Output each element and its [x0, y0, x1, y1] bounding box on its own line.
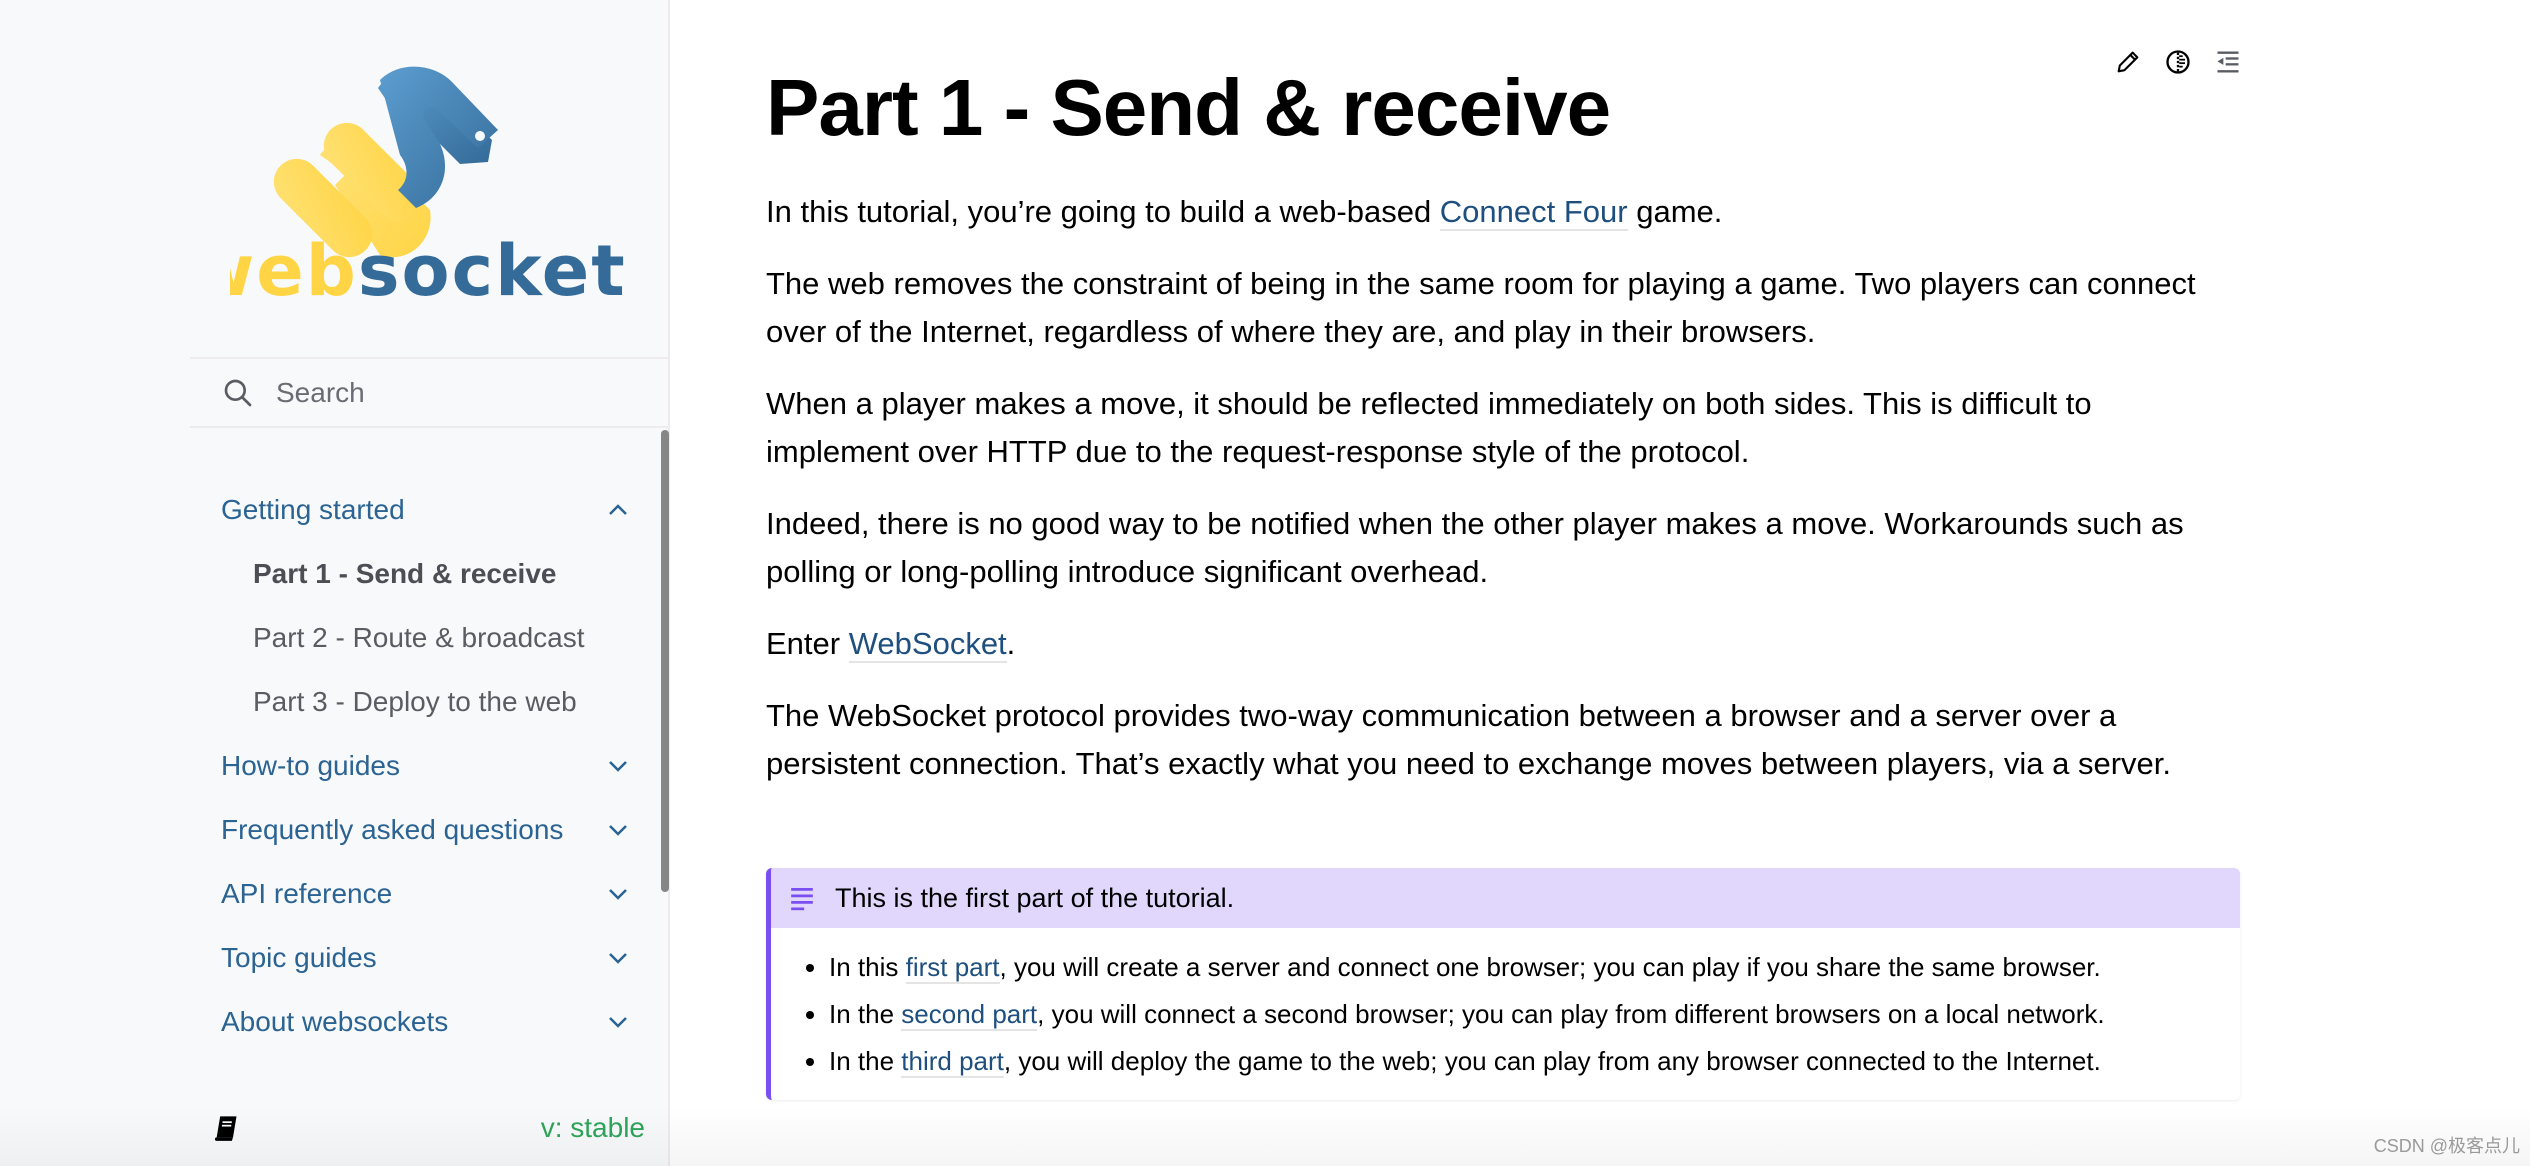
nav-label: Part 2 - Route & broadcast: [253, 622, 585, 653]
nav-api-reference[interactable]: API reference: [190, 862, 650, 926]
chevron-down-icon[interactable]: [606, 754, 630, 778]
text: , you will create a server and connect o…: [999, 952, 2101, 982]
tutorial-parts-list: In this first part, you will create a se…: [771, 944, 2240, 1085]
watermark: CSDN @极客点儿: [2373, 1136, 2520, 1156]
paragraph: The WebSocket protocol provides two-way …: [766, 698, 2171, 781]
paragraph: Enter WebSocket.: [766, 620, 2242, 668]
paragraph: Indeed, there is no good way to be notif…: [766, 506, 2184, 589]
first-part-link[interactable]: first part: [905, 952, 1000, 984]
text: In this tutorial, you’re going to build …: [766, 194, 1440, 229]
nav-label: Part 3 - Deploy to the web: [253, 686, 577, 717]
admonition-header: This is the first part of the tutorial.: [771, 868, 2240, 928]
nav-label: Part 1 - Send & receive: [253, 558, 557, 589]
nav-part-1[interactable]: Part 1 - Send & receive: [190, 542, 650, 606]
list-item: In the third part, you will deploy the g…: [829, 1038, 2240, 1085]
second-part-link[interactable]: second part: [901, 999, 1038, 1031]
search-bar[interactable]: [190, 357, 668, 428]
text: Enter: [766, 626, 849, 661]
text: .: [1006, 626, 1016, 661]
nav-how-to-guides[interactable]: How-to guides: [190, 734, 650, 798]
sidebar-nav: Getting started Part 1 - Send & receive …: [190, 478, 650, 1054]
text: In this: [829, 952, 906, 982]
paragraph: In this tutorial, you’re going to build …: [766, 188, 2242, 236]
websockets-logo[interactable]: websockets: [190, 40, 668, 312]
chevron-down-icon[interactable]: [606, 818, 630, 842]
text: In the: [829, 999, 902, 1029]
chevron-down-icon[interactable]: [606, 882, 630, 906]
logo-icon: websockets: [190, 66, 668, 312]
nav-label: How-to guides: [221, 750, 400, 781]
nav-label: Getting started: [221, 494, 405, 525]
text: game.: [1627, 194, 1723, 229]
pencil-icon[interactable]: [2114, 48, 2142, 76]
paragraph: When a player makes a move, it should be…: [766, 386, 2092, 469]
article-body: In this tutorial, you’re going to build …: [766, 188, 2242, 812]
nav-label: API reference: [221, 878, 393, 909]
connect-four-link[interactable]: Connect Four: [1439, 194, 1628, 231]
nav-faq[interactable]: Frequently asked questions: [190, 798, 650, 862]
note-lines-icon: [791, 887, 813, 911]
page-title: Part 1 - Send & receive: [766, 63, 1611, 152]
nav-label: Topic guides: [221, 942, 377, 973]
nav-part-3[interactable]: Part 3 - Deploy to the web: [190, 670, 650, 734]
sidebar-footer: v: stable: [190, 1090, 650, 1166]
nav-label: About websockets: [221, 1006, 449, 1037]
third-part-link[interactable]: third part: [901, 1046, 1004, 1078]
chevron-down-icon[interactable]: [606, 1010, 630, 1034]
sidebar-scrollbar[interactable]: [661, 430, 669, 892]
list-item: In the second part, you will connect a s…: [829, 991, 2240, 1038]
text: In the: [829, 1046, 902, 1076]
nav-part-2[interactable]: Part 2 - Route & broadcast: [190, 606, 650, 670]
text: , you will connect a second browser; you…: [1037, 999, 2105, 1029]
contrast-icon[interactable]: [2164, 48, 2192, 76]
book-icon[interactable]: [212, 1114, 240, 1142]
websocket-link[interactable]: WebSocket: [848, 626, 1007, 663]
admonition-title: This is the first part of the tutorial.: [835, 882, 1235, 913]
search-input[interactable]: [274, 375, 658, 410]
nav-about-websockets[interactable]: About websockets: [190, 990, 650, 1054]
page-toolbar: [2114, 48, 2242, 76]
chevron-up-icon[interactable]: [606, 498, 630, 522]
sidebar: websockets Getting started Part 1 - Send…: [0, 0, 670, 1166]
paragraph: The web removes the constraint of being …: [766, 266, 2196, 349]
nav-topic-guides[interactable]: Topic guides: [190, 926, 650, 990]
list-item: In this first part, you will create a se…: [829, 944, 2240, 991]
svg-text:websockets: websockets: [230, 230, 630, 305]
note-admonition: This is the first part of the tutorial. …: [766, 868, 2240, 1100]
chevron-down-icon[interactable]: [606, 946, 630, 970]
search-icon: [224, 379, 252, 406]
version-selector[interactable]: v: stable: [541, 1112, 645, 1144]
nav-label: Frequently asked questions: [221, 814, 564, 845]
text: , you will deploy the game to the web; y…: [1003, 1046, 2101, 1076]
toc-icon[interactable]: [2214, 48, 2242, 76]
nav-getting-started[interactable]: Getting started: [190, 478, 650, 542]
